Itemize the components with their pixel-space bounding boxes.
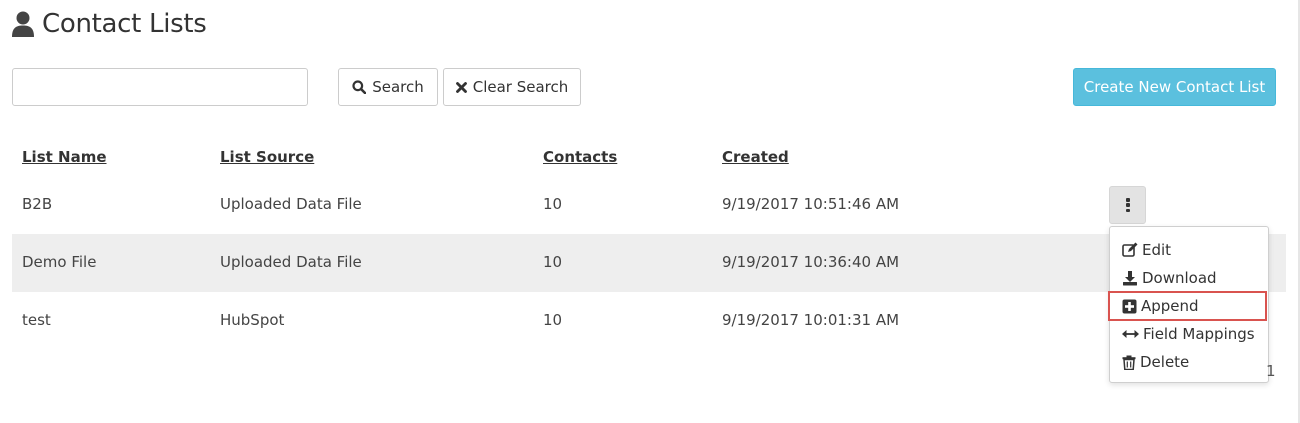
column-header-created[interactable]: Created bbox=[722, 148, 789, 166]
menu-item-label: Download bbox=[1142, 269, 1217, 287]
clear-search-button[interactable]: Clear Search bbox=[443, 68, 581, 106]
contacts-cell: 10 bbox=[543, 195, 563, 213]
list-source-cell: HubSpot bbox=[220, 311, 285, 329]
column-header-list-source[interactable]: List Source bbox=[220, 148, 314, 166]
download-icon bbox=[1123, 271, 1137, 286]
create-button-label: Create New Contact List bbox=[1083, 78, 1266, 96]
page-title: Contact Lists bbox=[12, 6, 207, 42]
menu-item-edit[interactable]: Edit bbox=[1122, 238, 1171, 262]
created-cell: 9/19/2017 10:36:40 AM bbox=[722, 253, 900, 271]
search-icon bbox=[352, 80, 367, 94]
create-new-contact-list-button[interactable]: Create New Contact List bbox=[1073, 68, 1276, 106]
created-cell: 9/19/2017 10:51:46 AM bbox=[722, 195, 900, 213]
clear-search-button-label: Clear Search bbox=[472, 78, 569, 96]
append-highlight-box bbox=[1108, 291, 1267, 321]
search-input[interactable] bbox=[12, 68, 308, 106]
row-actions-button[interactable] bbox=[1109, 186, 1146, 224]
created-cell: 9/19/2017 10:01:31 AM bbox=[722, 311, 900, 329]
table-header: List Name List Source Contacts Created bbox=[12, 138, 1286, 176]
list-source-cell: Uploaded Data File bbox=[220, 253, 362, 271]
search-button-label: Search bbox=[372, 78, 424, 96]
menu-item-label: Field Mappings bbox=[1143, 325, 1255, 343]
table-row: test HubSpot 10 9/19/2017 10:01:31 AM bbox=[12, 292, 1286, 350]
trash-icon bbox=[1122, 355, 1136, 370]
page-title-text: Contact Lists bbox=[42, 9, 207, 39]
menu-item-delete[interactable]: Delete bbox=[1122, 350, 1189, 374]
arrows-horizontal-icon bbox=[1122, 330, 1139, 338]
table-row: B2B Uploaded Data File 10 9/19/2017 10:5… bbox=[12, 176, 1286, 234]
menu-item-label: Edit bbox=[1142, 241, 1172, 259]
contact-lists-table: List Name List Source Contacts Created B… bbox=[12, 138, 1286, 350]
list-name-cell: test bbox=[22, 311, 51, 329]
list-source-cell: Uploaded Data File bbox=[220, 195, 362, 213]
menu-item-field-mappings[interactable]: Field Mappings bbox=[1122, 322, 1255, 346]
list-name-cell: Demo File bbox=[22, 253, 97, 271]
list-name-cell: B2B bbox=[22, 195, 53, 213]
edit-icon bbox=[1122, 242, 1138, 257]
contacts-cell: 10 bbox=[543, 253, 563, 271]
table-row: Demo File Uploaded Data File 10 9/19/201… bbox=[12, 234, 1286, 292]
column-header-list-name[interactable]: List Name bbox=[22, 148, 107, 166]
user-icon bbox=[12, 11, 34, 37]
close-icon bbox=[455, 81, 467, 93]
contacts-cell: 10 bbox=[543, 311, 563, 329]
menu-item-download[interactable]: Download bbox=[1122, 266, 1217, 290]
search-button[interactable]: Search bbox=[338, 68, 438, 106]
menu-item-label: Delete bbox=[1140, 353, 1190, 371]
column-header-contacts[interactable]: Contacts bbox=[543, 148, 617, 166]
vertical-ellipsis-icon bbox=[1125, 198, 1130, 212]
pagination-current-page[interactable]: 1 bbox=[1266, 362, 1276, 380]
